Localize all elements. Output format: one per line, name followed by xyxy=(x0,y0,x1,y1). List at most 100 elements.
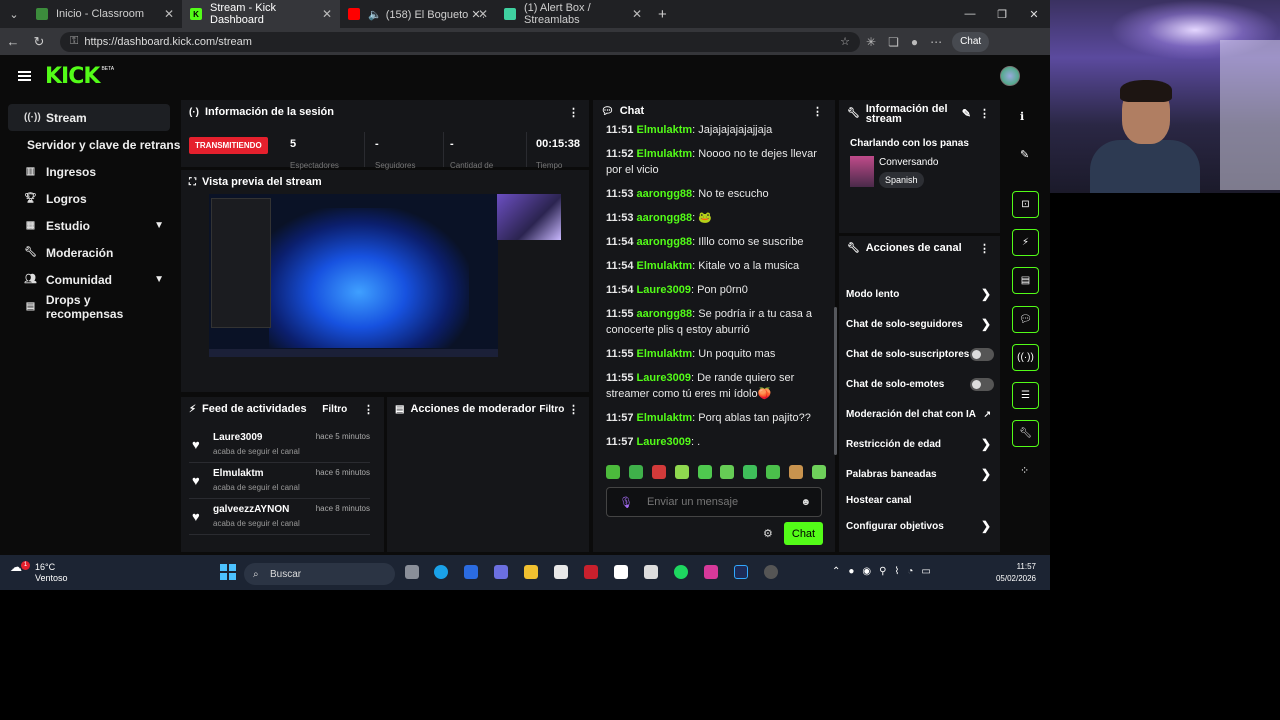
task-view-icon[interactable] xyxy=(405,565,419,579)
chat-username[interactable]: aarongg88 xyxy=(637,236,693,248)
tab-kick-dashboard[interactable]: K Stream - Kick Dashboard ✕ xyxy=(182,0,340,28)
filter-button[interactable]: Filtro xyxy=(539,404,564,415)
close-icon[interactable]: ✕ xyxy=(322,7,332,21)
action-configure-goals[interactable]: Configurar objetivos ❯ xyxy=(839,511,1000,541)
dots-icon[interactable]: ⁘ xyxy=(1020,464,1029,477)
kebab-menu-icon[interactable]: ⋮ xyxy=(979,242,990,255)
kick-logo[interactable]: KICK xyxy=(45,64,100,89)
close-window-icon[interactable]: ✕ xyxy=(1018,8,1050,21)
action-age-restriction[interactable]: Restricción de edad ❯ xyxy=(839,429,1000,459)
gear-icon[interactable]: ⚙ xyxy=(763,527,773,540)
edit-pencil-icon[interactable]: ✎ xyxy=(1020,148,1029,161)
taskbar-search[interactable]: ⌕ Buscar xyxy=(244,563,395,585)
edge-icon[interactable] xyxy=(434,565,448,579)
chat-username[interactable]: Elmulaktm xyxy=(637,412,693,424)
kebab-menu-icon[interactable]: ⋮ xyxy=(812,105,823,118)
broadcast-button[interactable]: ((·)) xyxy=(1012,344,1039,371)
document-button[interactable]: ▤ xyxy=(1012,267,1039,294)
chat-username[interactable]: Elmulaktm xyxy=(637,148,693,160)
tab-streamlabs[interactable]: (1) Alert Box / Streamlabs ✕ xyxy=(496,0,650,28)
site-info-icon[interactable]: ⚿ xyxy=(70,35,78,48)
chat-username[interactable]: Laure3009 xyxy=(637,436,691,448)
clock[interactable]: 11:57 05/02/2026 xyxy=(996,561,1036,585)
wrench-button[interactable]: 🔧︎ xyxy=(1012,420,1039,447)
action-slow-mode[interactable]: Modo lento ❯ xyxy=(839,279,1000,309)
kebab-menu-icon[interactable]: ⋮ xyxy=(979,109,990,120)
emotes-only-toggle[interactable] xyxy=(970,377,994,391)
chat-username[interactable]: aarongg88 xyxy=(637,188,693,200)
chat-username[interactable]: Laure3009 xyxy=(637,284,691,296)
action-ai-moderation[interactable]: Moderación del chat con IA ↗ xyxy=(839,399,1000,429)
chat-input-box[interactable]: 🎙︎ ☻ xyxy=(606,487,822,517)
store-icon[interactable] xyxy=(554,565,568,579)
chat-username[interactable]: aarongg88 xyxy=(637,212,693,224)
favorite-star-icon[interactable]: ☆ xyxy=(840,35,850,48)
spotify-icon[interactable] xyxy=(674,565,688,579)
photoshop-icon[interactable] xyxy=(734,565,748,579)
sidebar-item-stream[interactable]: ((·)) Stream xyxy=(8,104,170,131)
chat-username[interactable]: Laure3009 xyxy=(637,372,691,384)
sidebar-item-moderacion[interactable]: 🔧︎ Moderación xyxy=(8,239,170,266)
tab-classroom[interactable]: Inicio - Classroom ✕ xyxy=(28,0,182,28)
action-host-channel[interactable]: Hostear canal xyxy=(839,489,1000,511)
emote-icon[interactable] xyxy=(811,465,826,479)
feed-user[interactable]: Laure3009 xyxy=(213,432,262,443)
feed-user[interactable]: Elmulaktm xyxy=(213,468,264,479)
action-followers-only[interactable]: Chat de solo-seguidores ❯ xyxy=(839,309,1000,339)
emoji-icon[interactable]: ☻ xyxy=(800,497,811,508)
info-icon[interactable]: ℹ xyxy=(1020,110,1024,123)
back-icon[interactable]: ← xyxy=(0,34,26,49)
system-tray-icons[interactable]: ⌃●◉⚲⌇◔▭ xyxy=(832,566,939,577)
teams-icon[interactable] xyxy=(494,565,508,579)
lightning-button[interactable]: ⚡︎ xyxy=(1012,229,1039,256)
close-icon[interactable]: ✕ xyxy=(164,7,174,21)
kebab-menu-icon[interactable]: ⋮ xyxy=(568,106,579,119)
instagram-icon[interactable] xyxy=(704,565,718,579)
close-icon[interactable]: ✕ xyxy=(478,7,488,21)
emote-icon[interactable] xyxy=(766,465,781,479)
sidebar-item-estudio[interactable]: ▦ Estudio ▼ xyxy=(8,212,170,239)
copilot-chat-button[interactable]: Chat xyxy=(952,31,990,52)
tab-list-button[interactable]: ⌄ xyxy=(0,0,28,28)
category-name[interactable]: Conversando xyxy=(879,157,938,168)
chat-button[interactable]: 💬︎ xyxy=(1012,306,1039,333)
minimize-icon[interactable]: — xyxy=(954,8,986,21)
chat-username[interactable]: aarongg88 xyxy=(637,308,693,320)
send-chat-button[interactable]: Chat xyxy=(784,522,823,545)
close-icon[interactable]: ✕ xyxy=(632,7,642,21)
subscribers-only-toggle[interactable] xyxy=(970,347,994,361)
microphone-icon[interactable]: 🎙︎ xyxy=(619,496,633,509)
user-avatar[interactable] xyxy=(1000,66,1020,86)
speaker-icon[interactable]: 🔈 xyxy=(368,8,382,21)
prime-video-icon[interactable] xyxy=(614,565,628,579)
chat-scrollbar[interactable] xyxy=(834,307,837,455)
maximize-icon[interactable]: ❐ xyxy=(986,8,1018,21)
profile-icon[interactable]: ● xyxy=(911,35,918,49)
start-button[interactable] xyxy=(220,564,236,580)
stream-preview-video[interactable] xyxy=(209,194,498,357)
chat-username[interactable]: Elmulaktm xyxy=(637,260,693,272)
sidebar-item-comunidad[interactable]: 👥︎ Comunidad ▼ xyxy=(8,266,170,293)
emote-icon[interactable] xyxy=(697,465,712,479)
amazon-icon[interactable] xyxy=(644,565,658,579)
category-thumbnail[interactable] xyxy=(850,156,874,187)
kebab-menu-icon[interactable]: ⋮ xyxy=(363,403,374,416)
sidebar-item-ingresos[interactable]: ▥ Ingresos xyxy=(8,158,170,185)
action-banned-words[interactable]: Palabras baneadas ❯ xyxy=(839,459,1000,489)
clip-button[interactable]: ⊡ xyxy=(1012,191,1039,218)
pen-app-icon[interactable] xyxy=(464,565,478,579)
chat-message-input[interactable] xyxy=(646,496,797,508)
refresh-icon[interactable]: ↻ xyxy=(26,34,52,50)
extensions-icon[interactable]: ✳ xyxy=(866,35,876,49)
more-icon[interactable]: ⋯ xyxy=(930,35,942,49)
url-field[interactable]: ⚿ https://dashboard.kick.com/stream ☆ xyxy=(60,31,860,52)
emote-icon[interactable] xyxy=(651,465,666,479)
emote-icon[interactable] xyxy=(628,465,643,479)
feed-user[interactable]: galveezzAYNON xyxy=(213,504,289,515)
file-explorer-icon[interactable] xyxy=(524,565,538,579)
hamburger-menu-icon[interactable] xyxy=(18,69,31,83)
sidebar-item-drops[interactable]: ▤ Drops y recompensas xyxy=(8,293,170,321)
emote-icon[interactable] xyxy=(743,465,758,479)
emote-icon[interactable] xyxy=(674,465,689,479)
filter-button[interactable]: Filtro xyxy=(322,404,347,415)
